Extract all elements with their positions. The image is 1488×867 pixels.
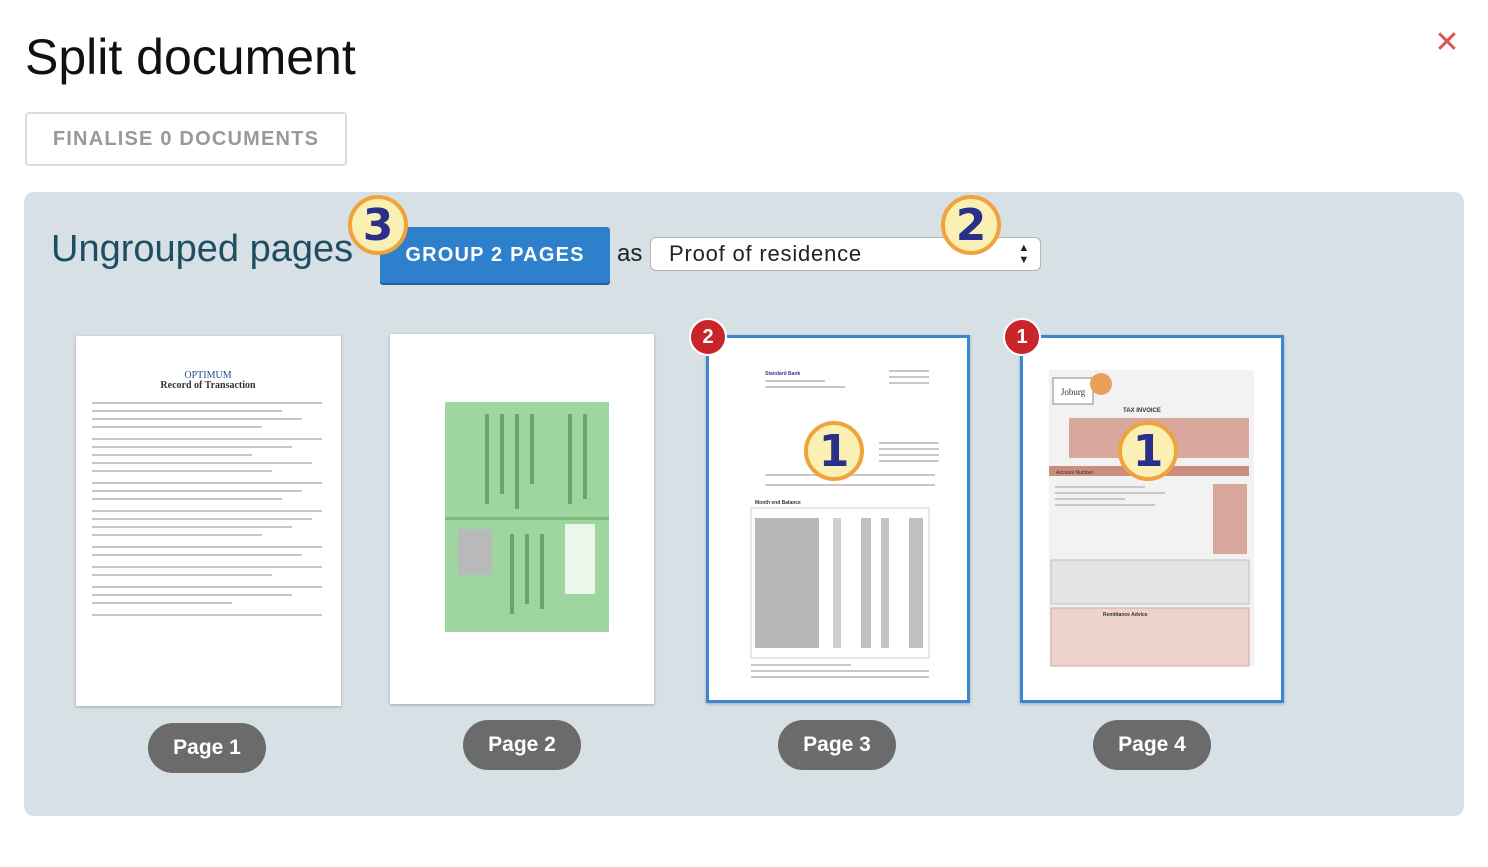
page-thumbnail-2[interactable] <box>390 334 654 704</box>
page-thumbnail-4[interactable]: Joburg TAX INVOICE Account Number Remitt… <box>1020 335 1284 703</box>
finalise-button[interactable]: FINALISE 0 DOCUMENTS <box>25 112 347 166</box>
page-3-preview: Standard Bank Month end Balance <box>750 370 939 678</box>
page-2-preview <box>445 402 609 632</box>
page-thumbnail-1[interactable]: OPTIMUM Record of Transaction <box>76 336 341 706</box>
page-3-section-title: Month end Balance <box>755 500 801 506</box>
select-arrows-icon: ▲ ▼ <box>1018 242 1030 266</box>
page-label-2: Page 2 <box>463 720 581 770</box>
ungrouped-pages-title: Ungrouped pages <box>51 228 354 270</box>
page-label-1: Page 1 <box>148 723 266 773</box>
page-1-heading: Record of Transaction <box>160 380 256 391</box>
page-4-selection-order-badge: 1 <box>1003 318 1041 356</box>
page-4-preview: Joburg TAX INVOICE Account Number Remitt… <box>1049 370 1254 667</box>
callout-marker-select: 2 <box>941 195 1001 255</box>
page-1-preview: OPTIMUM Record of Transaction <box>92 370 322 616</box>
document-type-selected: Proof of residence <box>669 241 862 266</box>
page-4-brand: Joburg <box>1061 387 1086 397</box>
group-pages-button[interactable]: GROUP 2 PAGES <box>380 227 610 283</box>
callout-marker-page-3: 1 <box>804 421 864 481</box>
callout-marker-page-4: 1 <box>1118 421 1178 481</box>
page-label-4: Page 4 <box>1093 720 1211 770</box>
dialog-title: Split document <box>25 29 356 85</box>
page-4-account-label: Account Number <box>1056 470 1094 476</box>
page-3-bank-name: Standard Bank <box>765 371 801 377</box>
close-icon[interactable]: ✕ <box>1434 28 1460 58</box>
page-4-advice-title: Remittance Advice <box>1103 612 1148 618</box>
page-4-heading: TAX INVOICE <box>1123 408 1161 414</box>
callout-marker-group-button: 3 <box>348 195 408 255</box>
page-3-selection-order-badge: 2 <box>689 318 727 356</box>
page-thumbnail-3[interactable]: Standard Bank Month end Balance <box>706 335 970 703</box>
as-label: as <box>617 240 643 267</box>
page-label-3: Page 3 <box>778 720 896 770</box>
